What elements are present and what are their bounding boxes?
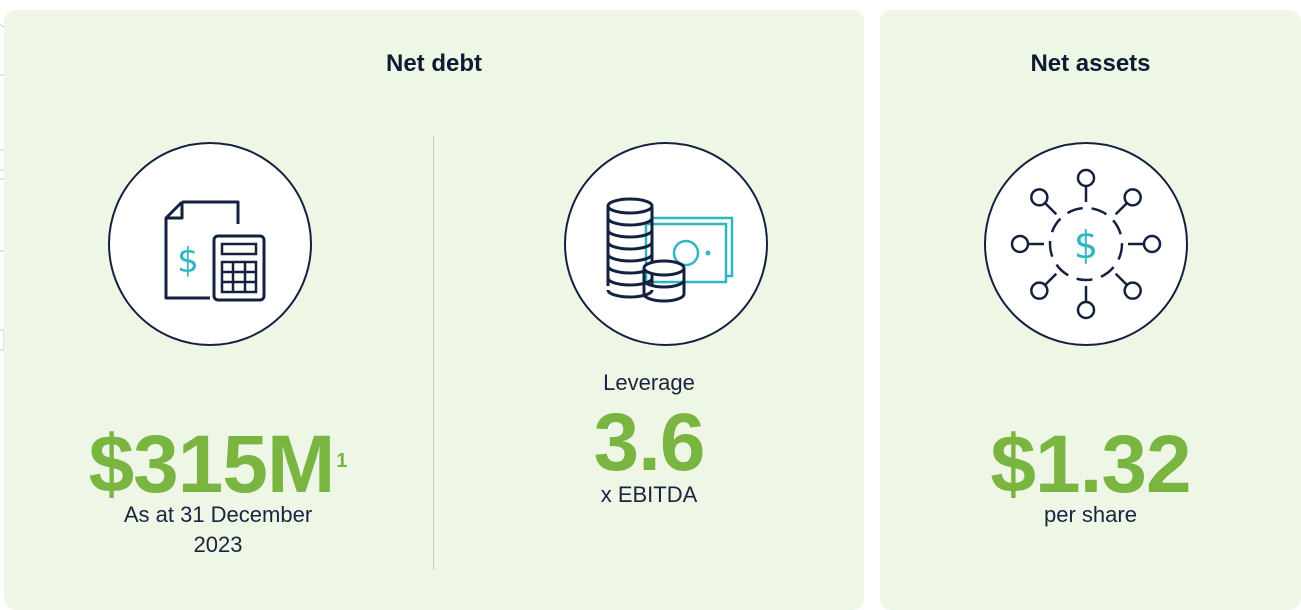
svg-text:$: $: [1074, 223, 1098, 267]
coins-cash-icon: [564, 142, 768, 346]
invoice-calculator-icon: $: [108, 142, 312, 346]
leverage-value: 3.6: [593, 397, 706, 488]
net-assets-title: Net assets: [1030, 50, 1151, 77]
footnote-marker: 1: [336, 450, 348, 472]
net-assets-caption: per share: [1044, 502, 1137, 527]
net-debt-caption-line1: As at 31 December: [123, 502, 313, 527]
dollar-network-icon: $: [984, 142, 1188, 346]
leverage-panel: Leverage 3.6 x EBITDA: [434, 10, 864, 610]
net-debt-value: $315M 1: [88, 419, 348, 510]
net-debt-card: Net debt $ $315M 1 As at 31 December 2023: [4, 10, 864, 610]
net-assets-value: $1.32: [990, 419, 1191, 510]
net-debt-amount-panel: $ $315M 1 As at 31 December 2023: [4, 10, 432, 610]
leverage-caption: x EBITDA: [600, 482, 698, 507]
leverage-label: Leverage: [603, 370, 695, 395]
svg-text:$: $: [177, 241, 199, 281]
net-debt-caption-line2: 2023: [193, 532, 243, 557]
net-assets-card: Net assets $ $1.32 per share: [880, 10, 1301, 610]
